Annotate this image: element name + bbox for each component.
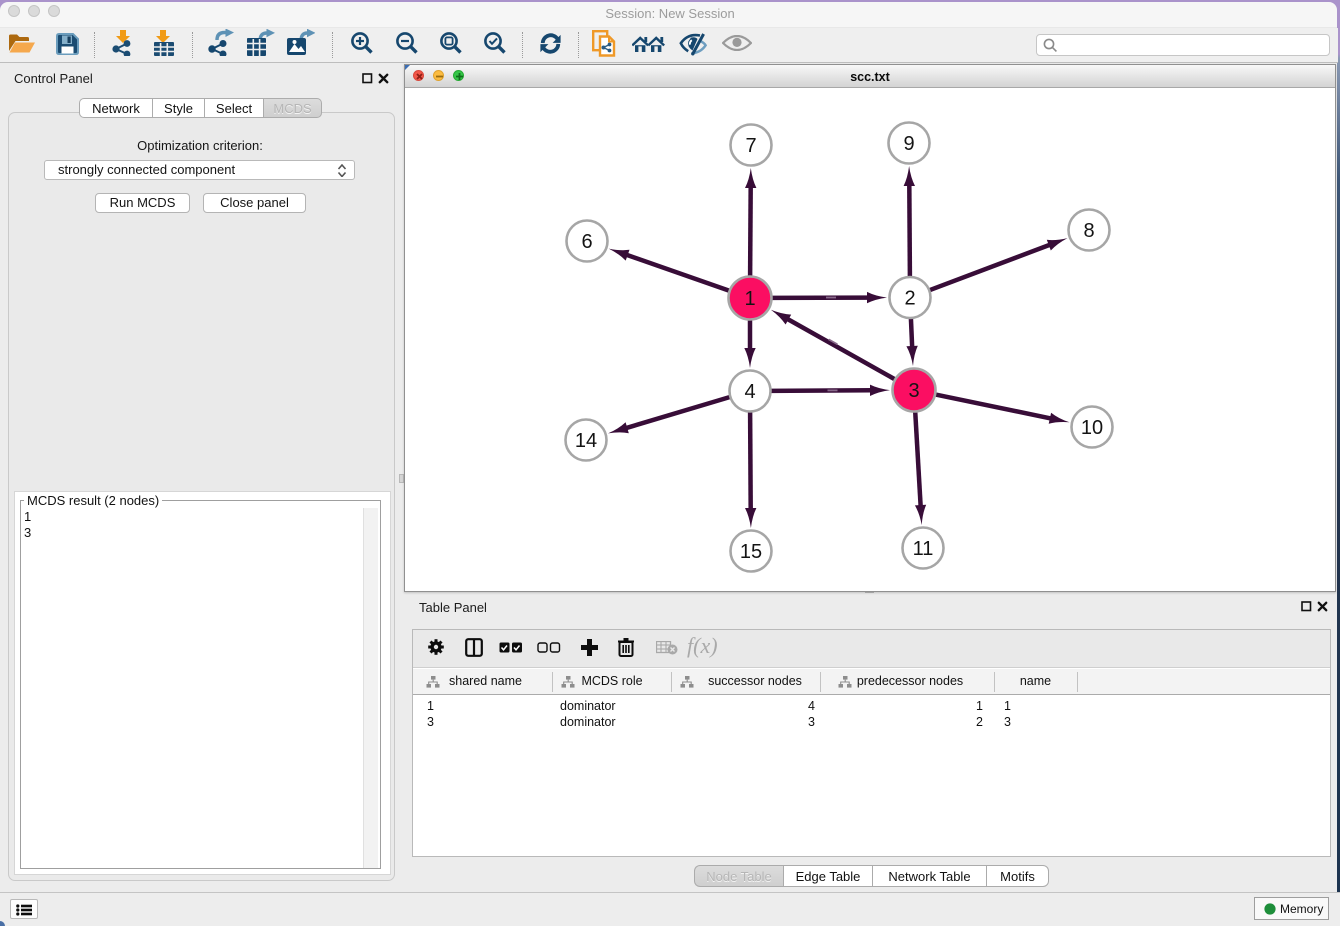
svg-text:1: 1 xyxy=(744,288,755,310)
svg-text:6: 6 xyxy=(581,231,592,253)
svg-text:8: 8 xyxy=(1083,220,1094,242)
svg-text:10: 10 xyxy=(1081,417,1103,439)
svg-text:2: 2 xyxy=(904,288,915,310)
svg-text:3: 3 xyxy=(908,380,919,402)
svg-text:9: 9 xyxy=(903,133,914,155)
svg-text:4: 4 xyxy=(744,381,755,403)
svg-text:7: 7 xyxy=(745,135,756,157)
svg-text:15: 15 xyxy=(740,541,762,563)
svg-text:11: 11 xyxy=(913,538,934,560)
svg-text:14: 14 xyxy=(575,430,597,452)
